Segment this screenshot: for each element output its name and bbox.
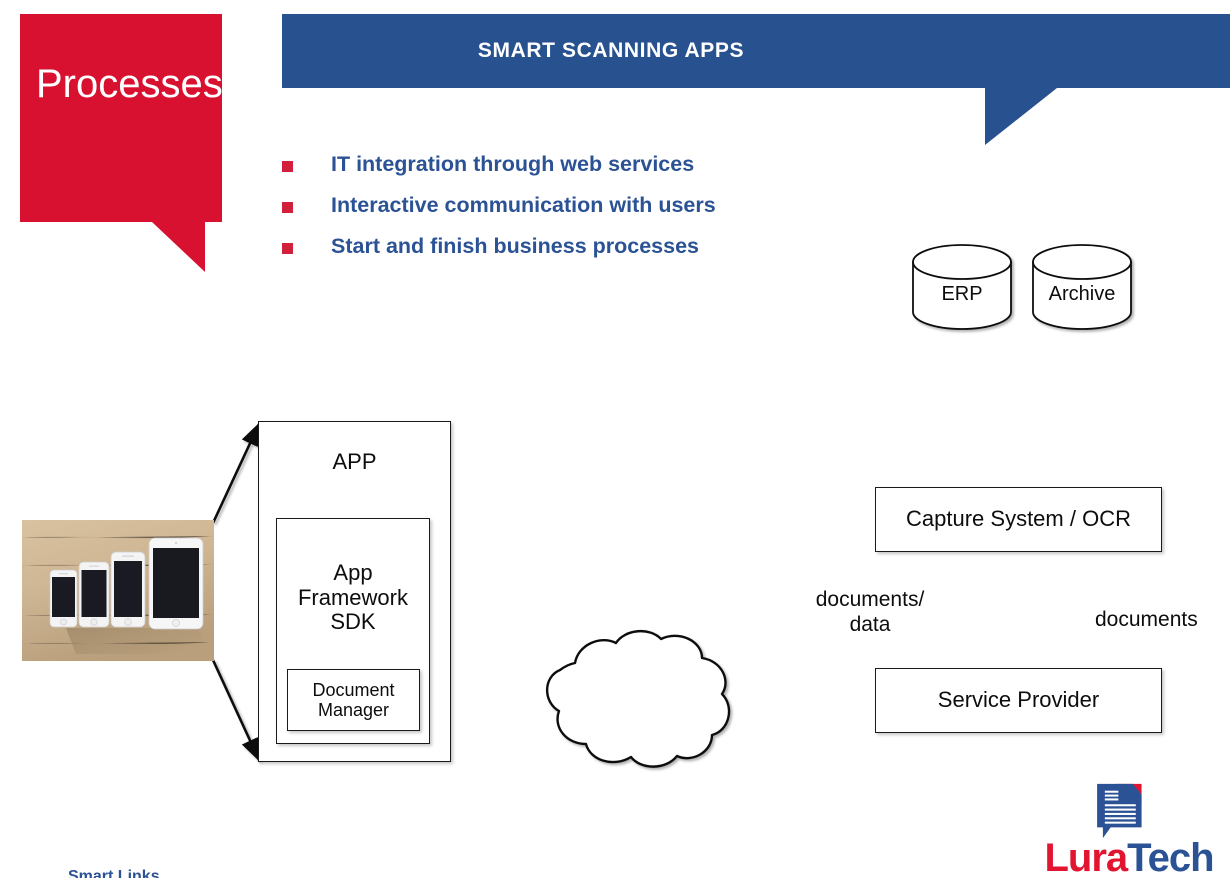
cloud-shape <box>545 630 731 768</box>
logo-word-lura: Lura <box>1044 836 1128 878</box>
bullet-list: IT integration through web services Inte… <box>282 152 922 275</box>
list-item: IT integration through web services <box>282 152 922 193</box>
list-item: Interactive communication with users <box>282 193 922 234</box>
service-provider-box: Service Provider <box>875 668 1162 733</box>
bottom-caption: Smart Links <box>68 868 160 878</box>
document-bubble-icon <box>1097 783 1142 839</box>
sdk-line-2: Framework <box>297 584 408 610</box>
document-manager-box: Document Manager <box>287 669 420 731</box>
slide-canvas: Processes SMART SCANNING APPS IT integra… <box>0 0 1230 878</box>
sdk-line-3: SDK <box>330 609 376 635</box>
capture-system-box: Capture System / OCR <box>875 487 1162 552</box>
bullet-label: IT integration through web services <box>331 152 695 176</box>
edge-label-line-2: data <box>849 612 891 636</box>
device-phone-small <box>49 569 78 628</box>
bullet-label: Interactive communication with users <box>331 193 716 217</box>
logo-wordmark: LuraTech <box>1028 838 1230 878</box>
app-box-label: APP <box>332 449 377 474</box>
devices-photo <box>22 520 214 661</box>
bullet-label: Start and finish business processes <box>331 234 700 258</box>
logo-word-tech: Tech <box>1127 836 1214 878</box>
edge-label-documents-data: documents/ data <box>810 588 930 638</box>
sdk-line-1: App <box>333 560 373 585</box>
arrow-devices-to-app-lower <box>211 659 261 762</box>
app-framework-sdk-label: App Framework SDK <box>297 560 408 635</box>
square-bullet-icon <box>282 243 293 254</box>
arrow-devices-to-app-upper <box>211 422 261 524</box>
device-phone-large <box>110 551 146 628</box>
document-manager-label: Document Manager <box>312 680 394 720</box>
callout-shape-red <box>20 14 222 272</box>
capture-system-label: Capture System / OCR <box>906 506 1131 532</box>
docmgr-line-1: Document <box>312 679 395 700</box>
square-bullet-icon <box>282 202 293 213</box>
docmgr-line-2: Manager <box>317 700 390 720</box>
service-provider-label: Service Provider <box>937 687 1100 713</box>
processes-callout: Processes <box>20 14 223 272</box>
database-label-archive: Archive <box>1048 283 1116 305</box>
database-label-erp: ERP <box>941 283 983 305</box>
list-item: Start and finish business processes <box>282 234 922 275</box>
devices-photo-graphic <box>22 520 214 661</box>
device-tablet <box>148 537 204 630</box>
square-bullet-icon <box>282 161 293 172</box>
page-title: Processes <box>36 62 223 106</box>
luratech-logo: LuraTech <box>1028 782 1230 878</box>
banner-callout: SMART SCANNING APPS <box>282 14 1230 148</box>
banner-title: SMART SCANNING APPS <box>477 39 745 62</box>
edge-label-documents: documents <box>1095 608 1198 631</box>
edge-label-line-1: documents/ <box>815 588 925 611</box>
device-phone-medium <box>78 561 110 628</box>
